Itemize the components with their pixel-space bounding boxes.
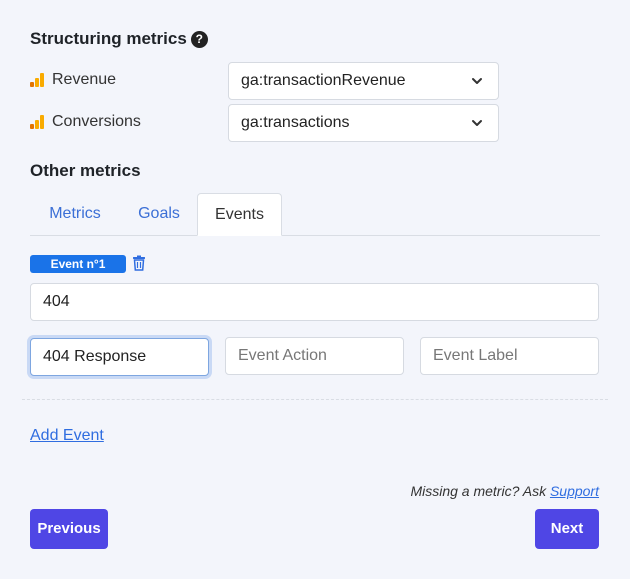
missing-metric-hint: Missing a metric? Ask Support: [410, 483, 599, 499]
revenue-row: Revenue: [30, 71, 116, 89]
tab-goals[interactable]: Goals: [120, 193, 198, 235]
chevron-down-icon: [472, 78, 482, 84]
conversions-select-value: ga:transactions: [241, 114, 350, 131]
structuring-metrics-title: Structuring metrics?: [30, 29, 208, 49]
event-action-input[interactable]: Event Action: [225, 337, 404, 375]
analytics-icon: [30, 73, 44, 87]
support-link[interactable]: Support: [550, 483, 599, 499]
tab-events[interactable]: Events: [197, 193, 282, 236]
event-category-input[interactable]: 404: [30, 283, 599, 321]
revenue-label: Revenue: [52, 71, 117, 88]
help-icon[interactable]: ?: [190, 31, 208, 48]
conversions-label: Conversions: [52, 113, 141, 130]
conversions-select[interactable]: ga:transactions: [228, 104, 499, 142]
chevron-down-icon: [472, 120, 482, 126]
previous-button[interactable]: Previous: [30, 509, 108, 549]
conversions-row: Conversions: [30, 113, 141, 131]
trash-icon[interactable]: [132, 255, 146, 271]
analytics-icon: [30, 115, 44, 129]
tab-metrics[interactable]: Metrics: [30, 193, 120, 235]
hint-text: Missing a metric? Ask: [410, 483, 550, 499]
add-event-link[interactable]: Add Event: [30, 427, 104, 445]
divider: [22, 399, 608, 400]
other-metrics-title: Other metrics: [30, 161, 141, 180]
metrics-tabs: Metrics Goals Events: [30, 193, 600, 236]
revenue-select[interactable]: ga:transactionRevenue: [228, 62, 499, 100]
revenue-select-value: ga:transactionRevenue: [241, 72, 406, 89]
event-badge: Event n°1: [30, 255, 126, 273]
event-action-value-input[interactable]: 404 Response: [30, 338, 209, 376]
event-label-input[interactable]: Event Label: [420, 337, 599, 375]
next-button[interactable]: Next: [535, 509, 599, 549]
